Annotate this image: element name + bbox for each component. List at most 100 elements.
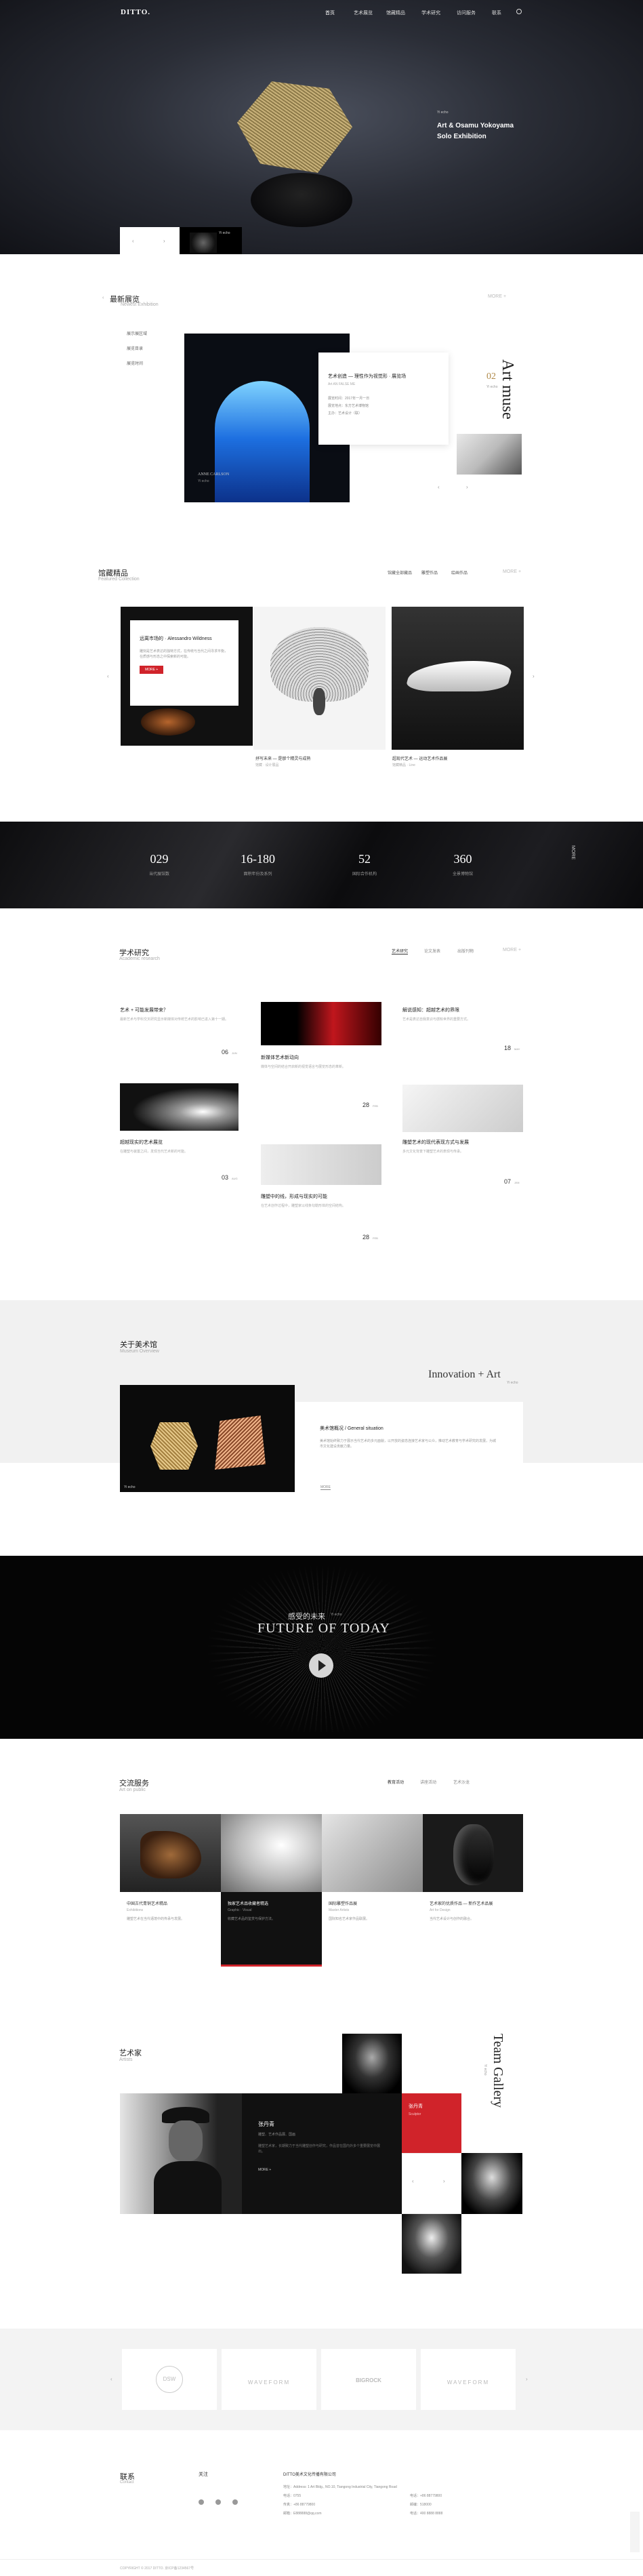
exchange-image[interactable]	[120, 1814, 221, 1892]
hero-sculpture-base	[251, 173, 352, 227]
collection-next-icon[interactable]: ›	[533, 673, 535, 679]
exchange-image[interactable]	[221, 1814, 322, 1892]
exchange-title: 交流服务	[119, 1779, 149, 1788]
prev-icon[interactable]: ‹	[412, 2178, 414, 2184]
collection-more-button[interactable]: MORE +	[140, 666, 164, 674]
research-image[interactable]	[261, 1002, 381, 1045]
stats-side-link[interactable]: MORE	[571, 845, 575, 860]
research-image[interactable]	[402, 1085, 523, 1132]
wechat-icon[interactable]	[199, 2499, 204, 2505]
footer-copyright: COPYRIGHT © 2017 DITTO. 京ICP备1234567号	[120, 2567, 194, 2571]
nav-item-research[interactable]: 学术研究	[421, 9, 440, 16]
side-toolbar[interactable]	[630, 2512, 640, 2552]
partner-logo[interactable]: DSW	[122, 2349, 217, 2410]
artist-thumb[interactable]	[342, 2034, 402, 2093]
collection-tab-painting[interactable]: 绘画作品	[451, 569, 468, 576]
research-item[interactable]: 超越现实的艺术展览 在雕塑与装置之间，发现当代艺术新的可能。 03 AUG	[120, 1139, 238, 1181]
research-tab-publications[interactable]: 出版刊物	[457, 948, 474, 954]
hero-title-line1: Art & Osamu Yokoyama	[437, 122, 514, 129]
exchange-card-active[interactable]: 独家艺术品收藏者精选 Graphic · Visual 收藏艺术品的鉴赏与保护方…	[221, 1892, 322, 1967]
latest-list-item[interactable]: 展览目录	[127, 345, 147, 351]
hero-prev-icon[interactable]: ‹	[132, 238, 134, 244]
prev-arrow-icon[interactable]: ‹	[102, 296, 104, 300]
brand-logo[interactable]: DITTO.	[121, 8, 150, 16]
stat-item: 029 当代展馆数	[149, 852, 170, 877]
research-item[interactable]: 艺术 + 可能发展带来？ 最新艺术与学科交叉研究显示新媒体对传统艺术的影响已进入…	[120, 1007, 238, 1055]
latest-thumb-image[interactable]	[457, 434, 522, 475]
artist-thumb[interactable]	[402, 2214, 461, 2274]
next-icon[interactable]: ›	[466, 484, 468, 490]
footer-company: DITTO美术文化传播有限公司	[283, 2473, 336, 2477]
research-item[interactable]: 雕塑艺术的现代表现方式与发展 多元文化背景下雕塑艺术的表现与传承。 07 JAN	[402, 1139, 523, 1185]
about-more-link[interactable]: MORE	[320, 1485, 331, 1490]
artist-thumb[interactable]	[461, 2153, 522, 2214]
research-image[interactable]	[120, 1083, 238, 1131]
collection-tab-sculpture[interactable]: 雕塑作品	[421, 569, 438, 576]
nav-item-contact[interactable]: 联系	[492, 9, 501, 16]
qq-icon[interactable]	[232, 2499, 238, 2505]
stats-band: 029 当代展馆数 16-180 面积年份及系列 52 国际合作机构 360 全景博物馆…	[0, 822, 643, 908]
next-icon[interactable]: ›	[443, 2178, 445, 2184]
prev-icon[interactable]: ‹	[438, 484, 440, 490]
exchange-image[interactable]	[423, 1814, 523, 1892]
partner-logo[interactable]: WAVEFORM	[222, 2349, 316, 2410]
video-cn-small: Yi echo	[331, 1613, 342, 1617]
collection-card-desc: 雕刻是艺术表达的独特方式，在传统与当代之间寻求平衡，在质感与形态之中探索新的可能…	[140, 649, 228, 659]
nav-item-collection[interactable]: 馆藏精品	[386, 9, 405, 16]
exchange-tab-salon[interactable]: 艺术沙龙	[453, 1779, 470, 1785]
research-item[interactable]: 雕塑中的线，形成与现实的可能 在艺术创作过程中，雕塑家以线条勾勒形体的空间结构。…	[261, 1193, 381, 1241]
muse-title: Art muse	[499, 359, 516, 420]
research-image[interactable]	[261, 1144, 381, 1185]
research-item[interactable]: 解说感知：超越艺术的界限 艺术是表达自我意识与感知世界的重要方式。 18 MAY	[402, 1007, 523, 1051]
collection-caption-sub: 馆藏 · 设计展品	[255, 763, 279, 767]
collection-tab-all[interactable]: 馆藏全部藏品	[388, 569, 412, 576]
muse-small: Yi echo	[486, 385, 498, 389]
latest-info-card[interactable]: 艺术创造 — 理性作为视觉形 · 展览场 Art AN FALSE ME 展览时…	[318, 353, 449, 445]
research-subtitle: Academic research	[119, 957, 160, 961]
research-tab-papers[interactable]: 论文发表	[424, 948, 440, 954]
partners-next-icon[interactable]: ›	[526, 2376, 528, 2382]
partner-logo[interactable]: BIGROCK	[321, 2349, 416, 2410]
search-icon[interactable]	[516, 9, 522, 14]
collection-caption[interactable]: 抒写未来 — 是那个精灵与成熟	[255, 755, 310, 761]
hero-next-icon[interactable]: ›	[163, 238, 165, 244]
hero-thumb[interactable]: Yi echo	[180, 227, 242, 254]
hero-banner: DITTO. 首页 艺术展览 馆藏精品 学术研究 访问服务 联系 Yi echo…	[0, 0, 643, 254]
exchange-image[interactable]	[322, 1814, 423, 1892]
partners-prev-icon[interactable]: ‹	[110, 2376, 112, 2382]
research-more-link[interactable]: MORE +	[503, 948, 521, 952]
latest-list-item[interactable]: 展示展区域	[127, 330, 147, 336]
artist-highlight-card[interactable]: 张丹青 Sculptor	[402, 2093, 461, 2153]
collection-card[interactable]: 远离市场的 · Alessandro Wildness 雕刻是艺术表达的独特方式…	[121, 607, 253, 746]
research-item[interactable]: 新媒体艺术新动向 媒体与空间的结合开启新的视觉语言与展览形态的革新。 28 FE…	[261, 1054, 381, 1108]
hero-thumb-label: Yi echo	[219, 231, 230, 235]
collection-more-link[interactable]: MORE +	[503, 569, 521, 574]
collection-prev-icon[interactable]: ‹	[107, 673, 109, 679]
exchange-card[interactable]: 中国古代青铜艺术精品 Exhibitions 雕塑艺术在当代语境中的传承与发展。	[120, 1892, 221, 1967]
about-image[interactable]: Yi echo	[120, 1385, 295, 1492]
nav-item-exhibition[interactable]: 艺术展览	[354, 9, 373, 16]
hero-label: Yi echo	[437, 110, 449, 115]
artist-more-link[interactable]: MORE +	[258, 2168, 386, 2172]
research-tab-art[interactable]: 艺术研究	[392, 948, 409, 954]
exchange-card[interactable]: 国际雕塑作品展 Master Artists 国际知名艺术家作品联展。	[322, 1892, 423, 1967]
collection-card-peacock[interactable]	[253, 607, 386, 750]
footer-follow-label: 关注	[199, 2472, 208, 2477]
nav-item-home[interactable]: 首页	[325, 9, 335, 16]
video-burst-image	[203, 1563, 440, 1732]
collection-card-car[interactable]	[392, 607, 524, 750]
image-caption-small: Yi echo	[198, 479, 209, 483]
latest-pager: ‹ ›	[426, 475, 522, 502]
latest-more-link[interactable]: MORE +	[488, 294, 506, 299]
play-button[interactable]	[309, 1653, 333, 1678]
exchange-card[interactable]: 艺术家的优质作品 — 新作艺术品展 Art for Design 当代艺术设计与…	[423, 1892, 523, 1967]
exchange-tab-lecture[interactable]: 讲座活动	[420, 1779, 436, 1785]
exchange-tab-edu[interactable]: 教育活动	[388, 1779, 404, 1785]
artist-portrait[interactable]	[120, 2093, 242, 2214]
weibo-icon[interactable]	[215, 2499, 221, 2505]
partner-logo[interactable]: WAVEFORM	[421, 2349, 516, 2410]
nav-item-service[interactable]: 访问服务	[457, 9, 476, 16]
latest-list-item[interactable]: 展览时间	[127, 360, 147, 366]
collection-caption[interactable]: 超现代艺术 — 运动艺术作品展	[392, 755, 447, 761]
video-cn-title: 感受的未来	[288, 1613, 325, 1621]
